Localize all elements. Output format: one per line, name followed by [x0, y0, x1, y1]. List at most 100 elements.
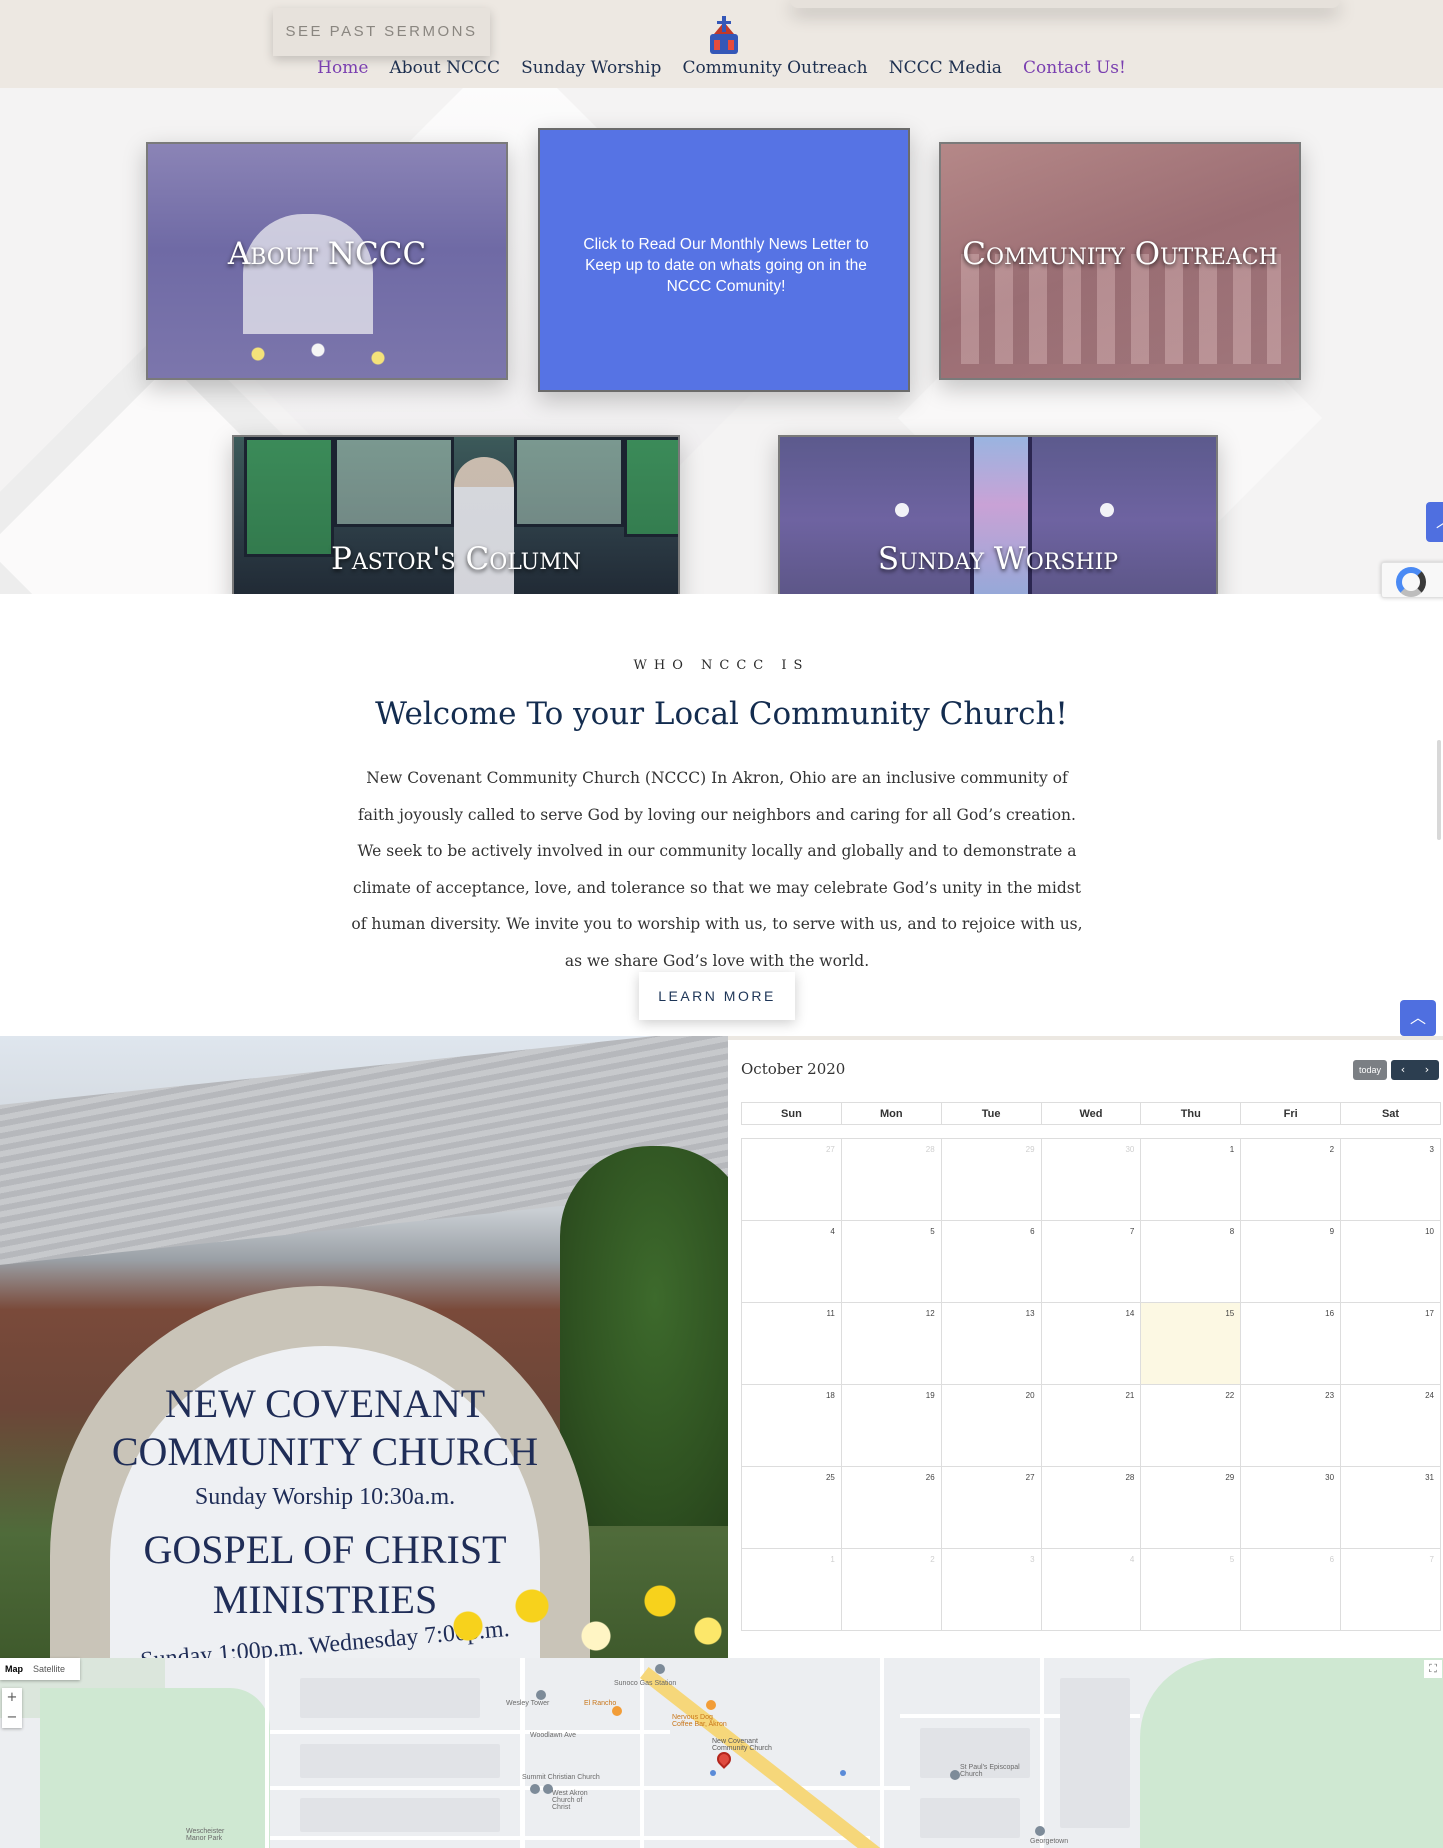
calendar-day-cell[interactable]: 15 [1140, 1302, 1242, 1385]
map-road [265, 1658, 269, 1848]
sunday-worship-tile[interactable]: Sunday Worship [778, 435, 1218, 594]
about-tile-title: About NCCC [227, 236, 427, 272]
calendar-day-cell[interactable]: 12 [840, 1302, 942, 1385]
cafe-pin-icon[interactable] [706, 1700, 716, 1710]
about-nccc-tile[interactable]: About NCCC [146, 142, 508, 380]
calendar-day-cell[interactable]: 20 [940, 1384, 1042, 1467]
calendar-day-cell[interactable]: 30 [1240, 1466, 1342, 1549]
calendar-day-cell[interactable]: 1 [1140, 1138, 1242, 1221]
map-block [300, 1744, 500, 1778]
nav-community-outreach[interactable]: Community Outreach [682, 58, 867, 78]
restaurant-pin-icon[interactable] [612, 1706, 622, 1716]
map-park-area [1140, 1658, 1443, 1848]
calendar-day-cell[interactable]: 25 [741, 1466, 842, 1549]
calendar-day-cell[interactable]: 9 [1240, 1220, 1342, 1303]
calendar-day-cell[interactable]: 5 [840, 1220, 942, 1303]
map-block [300, 1678, 480, 1718]
nav-about[interactable]: About NCCC [390, 58, 500, 78]
calendar-prev-button[interactable]: ‹ [1391, 1060, 1415, 1080]
map-label: Woodlawn Ave [530, 1732, 577, 1739]
calendar-day-cell[interactable]: 18 [741, 1384, 842, 1467]
calendar-day-cell[interactable]: 30 [1040, 1138, 1142, 1221]
calendar-day-cell[interactable]: 22 [1140, 1384, 1242, 1467]
calendar-day-cell[interactable]: 11 [741, 1302, 842, 1385]
learn-more-button[interactable]: LEARN MORE [639, 972, 795, 1020]
church-pin-icon[interactable] [950, 1770, 960, 1780]
scrollbar-thumb[interactable] [1437, 740, 1441, 840]
calendar-day-cell[interactable]: 19 [840, 1384, 942, 1467]
feature-tiles-section: About NCCC Click to Read Our Monthly New… [0, 88, 1443, 594]
bus-stop-icon [840, 1770, 846, 1776]
calendar-day-cell[interactable]: 29 [1140, 1466, 1242, 1549]
map-main-road [640, 1666, 901, 1848]
calendar-day-cell[interactable]: 14 [1040, 1302, 1142, 1385]
see-past-sermons-button[interactable]: SEE PAST SERMONS [273, 8, 490, 56]
fullscreen-icon[interactable]: ⛶ [1424, 1660, 1442, 1678]
calendar-day-cell[interactable]: 2 [1240, 1138, 1342, 1221]
church-pin-icon[interactable] [530, 1784, 540, 1794]
header-dropdown-shadow [790, 0, 1340, 8]
community-outreach-tile[interactable]: Community Outreach [939, 142, 1301, 380]
church-logo-icon[interactable] [704, 16, 744, 58]
nav-home[interactable]: Home [317, 58, 368, 78]
calendar-day-cell[interactable]: 6 [1240, 1548, 1342, 1631]
calendar-day-cell[interactable]: 21 [1040, 1384, 1142, 1467]
map-pin-icon[interactable] [655, 1664, 665, 1674]
chevron-up-icon: ︿ [1409, 1008, 1426, 1027]
calendar-day-cell[interactable]: 6 [940, 1220, 1042, 1303]
calendar-day-cell[interactable]: 31 [1340, 1466, 1441, 1549]
calendar-week-row: 11 12 13 14 15 16 17 [741, 1302, 1441, 1385]
calendar-day-cell[interactable]: 29 [940, 1138, 1042, 1221]
nav-sunday-worship[interactable]: Sunday Worship [521, 58, 661, 78]
calendar-day-cell[interactable]: 4 [1040, 1548, 1142, 1631]
daffodils-image [420, 1566, 728, 1658]
worship-tile-title: Sunday Worship [877, 541, 1119, 577]
bus-stop-icon [710, 1770, 716, 1776]
pastors-column-tile[interactable]: Pastor's Column [232, 435, 680, 594]
map-label: Nervous Dog Coffee Bar, Akron [672, 1714, 727, 1728]
map-road [880, 1658, 884, 1848]
calendar-day-cell[interactable]: 7 [1040, 1220, 1142, 1303]
bush-image [560, 1146, 728, 1526]
calendar-day-cell[interactable]: 26 [840, 1466, 942, 1549]
calendar-weekday-header: Thu [1140, 1102, 1242, 1125]
newsletter-tile[interactable]: Click to Read Our Monthly News Letter to… [538, 128, 910, 392]
recaptcha-badge[interactable] [1381, 562, 1443, 598]
calendar-day-cell[interactable]: 7 [1340, 1548, 1441, 1631]
calendar-day-cell[interactable]: 23 [1240, 1384, 1342, 1467]
nav-media[interactable]: NCCC Media [889, 58, 1002, 78]
calendar-day-cell[interactable]: 10 [1340, 1220, 1441, 1303]
calendar-week-row: 1234567 [741, 1548, 1441, 1631]
zoom-out-button[interactable]: − [2, 1708, 22, 1728]
sign-image [243, 214, 373, 334]
map-block [920, 1798, 1020, 1838]
flowers-image [218, 334, 418, 374]
calendar-next-button[interactable]: › [1415, 1060, 1439, 1080]
calendar-day-cell[interactable]: 1 [741, 1548, 842, 1631]
calendar-day-cell[interactable]: 3 [940, 1548, 1042, 1631]
calendar-day-cell[interactable]: 27 [940, 1466, 1042, 1549]
calendar-day-cell[interactable]: 8 [1140, 1220, 1242, 1303]
calendar-day-cell[interactable]: 27 [741, 1138, 842, 1221]
calendar-day-cell[interactable]: 4 [741, 1220, 842, 1303]
calendar-day-cell[interactable]: 2 [840, 1548, 942, 1631]
calendar-day-cell[interactable]: 16 [1240, 1302, 1342, 1385]
calendar-today-button[interactable]: today [1353, 1060, 1387, 1080]
calendar-day-cell[interactable]: 17 [1340, 1302, 1441, 1385]
calendar-day-cell[interactable]: 28 [840, 1138, 942, 1221]
map-pin-icon[interactable] [1035, 1826, 1045, 1836]
scroll-to-top-button[interactable]: ︿ [1426, 502, 1443, 542]
map-pin-icon[interactable] [536, 1690, 546, 1700]
calendar-weekday-header: Sun [741, 1102, 842, 1125]
map-type-map-button[interactable]: Map [0, 1658, 28, 1680]
calendar-day-cell[interactable]: 28 [1040, 1466, 1142, 1549]
zoom-in-button[interactable]: + [2, 1688, 22, 1708]
map-type-satellite-button[interactable]: Satellite [28, 1658, 70, 1680]
calendar-day-cell[interactable]: 3 [1340, 1138, 1441, 1221]
nav-contact[interactable]: Contact Us! [1023, 58, 1126, 78]
scroll-to-top-button[interactable]: ︿ [1400, 1000, 1436, 1036]
calendar-day-cell[interactable]: 13 [940, 1302, 1042, 1385]
chevron-up-icon: ︿ [1436, 512, 1443, 531]
calendar-day-cell[interactable]: 24 [1340, 1384, 1441, 1467]
calendar-day-cell[interactable]: 5 [1140, 1548, 1242, 1631]
